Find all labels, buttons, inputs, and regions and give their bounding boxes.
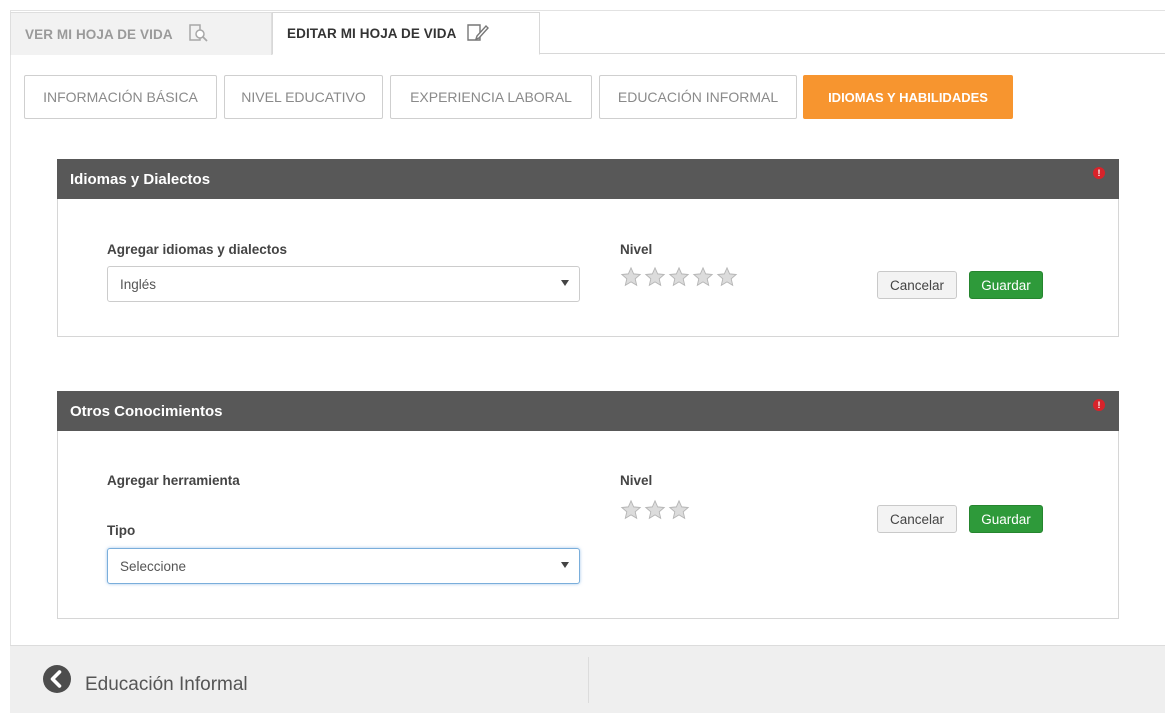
chevron-left-circle-icon[interactable] <box>42 664 72 694</box>
language-level-rating[interactable] <box>620 266 738 288</box>
type-label: Tipo <box>107 523 136 538</box>
alert-icon[interactable]: ! <box>1093 167 1105 179</box>
tab-edit-cv[interactable]: EDITAR MI HOJA DE VIDA <box>272 12 540 55</box>
back-link-label[interactable]: Educación Informal <box>85 674 248 696</box>
language-select-value: Inglés <box>120 276 157 292</box>
save-label: Guardar <box>981 511 1031 527</box>
panel-otros-header: Otros Conocimientos ! <box>57 391 1119 431</box>
star-icon[interactable] <box>620 266 642 288</box>
save-label: Guardar <box>981 277 1031 293</box>
panel-otros-title: Otros Conocimientos <box>70 402 223 420</box>
add-tool-label: Agregar herramienta <box>107 473 240 488</box>
star-icon[interactable] <box>644 499 666 521</box>
star-icon[interactable] <box>716 266 738 288</box>
edit-document-icon <box>466 22 490 45</box>
cancel-label: Cancelar <box>889 511 945 527</box>
caret-down-icon <box>561 280 569 286</box>
add-language-label: Agregar idiomas y dialectos <box>107 242 288 257</box>
cancel-language-button[interactable]: Cancelar <box>877 271 957 299</box>
subtab-informacion-basica[interactable]: INFORMACIÓN BÁSICA <box>24 75 217 119</box>
tab-view-cv[interactable]: VER MI HOJA DE VIDA <box>10 12 272 55</box>
language-select[interactable]: Inglés <box>107 266 580 302</box>
star-icon[interactable] <box>644 266 666 288</box>
tab-edit-cv-label: EDITAR MI HOJA DE VIDA <box>287 26 457 41</box>
alert-icon[interactable]: ! <box>1093 399 1105 411</box>
caret-down-icon <box>561 562 569 568</box>
tab-view-cv-label: VER MI HOJA DE VIDA <box>25 26 173 42</box>
subtab-label: IDIOMAS Y HABILIDADES <box>828 89 988 105</box>
star-icon[interactable] <box>692 266 714 288</box>
top-tabs: VER MI HOJA DE VIDA EDITAR MI HOJA DE VI… <box>10 12 1165 55</box>
footer-divider <box>588 657 589 703</box>
subtab-label: EDUCACIÓN INFORMAL <box>617 89 779 105</box>
subtab-nivel-educativo[interactable]: NIVEL EDUCATIVO <box>224 75 383 119</box>
language-level-label: Nivel <box>620 242 653 257</box>
save-language-button[interactable]: Guardar <box>969 271 1043 299</box>
panel-otros: Otros Conocimientos ! <box>57 391 1119 619</box>
tool-level-rating[interactable] <box>620 499 690 521</box>
star-icon[interactable] <box>620 499 642 521</box>
subtab-experiencia-laboral[interactable]: EXPERIENCIA LABORAL <box>390 75 592 119</box>
type-select-value: Seleccione <box>120 558 187 574</box>
cancel-tool-button[interactable]: Cancelar <box>877 505 957 533</box>
type-select[interactable]: Seleccione <box>107 548 580 584</box>
subtab-label: NIVEL EDUCATIVO <box>241 89 366 105</box>
star-icon[interactable] <box>668 266 690 288</box>
tool-level-label: Nivel <box>620 473 653 488</box>
star-icon[interactable] <box>668 499 690 521</box>
subtab-educacion-informal[interactable]: EDUCACIÓN INFORMAL <box>599 75 797 119</box>
subtab-idiomas-habilidades[interactable]: IDIOMAS Y HABILIDADES <box>803 75 1013 119</box>
subtab-label: EXPERIENCIA LABORAL <box>410 89 572 105</box>
cancel-label: Cancelar <box>889 277 945 293</box>
save-tool-button[interactable]: Guardar <box>969 505 1043 533</box>
subtab-label: INFORMACIÓN BÁSICA <box>43 89 198 105</box>
panel-idiomas-header: Idiomas y Dialectos ! <box>57 159 1119 199</box>
panel-idiomas-title: Idiomas y Dialectos <box>70 170 211 188</box>
search-document-icon <box>187 23 209 46</box>
